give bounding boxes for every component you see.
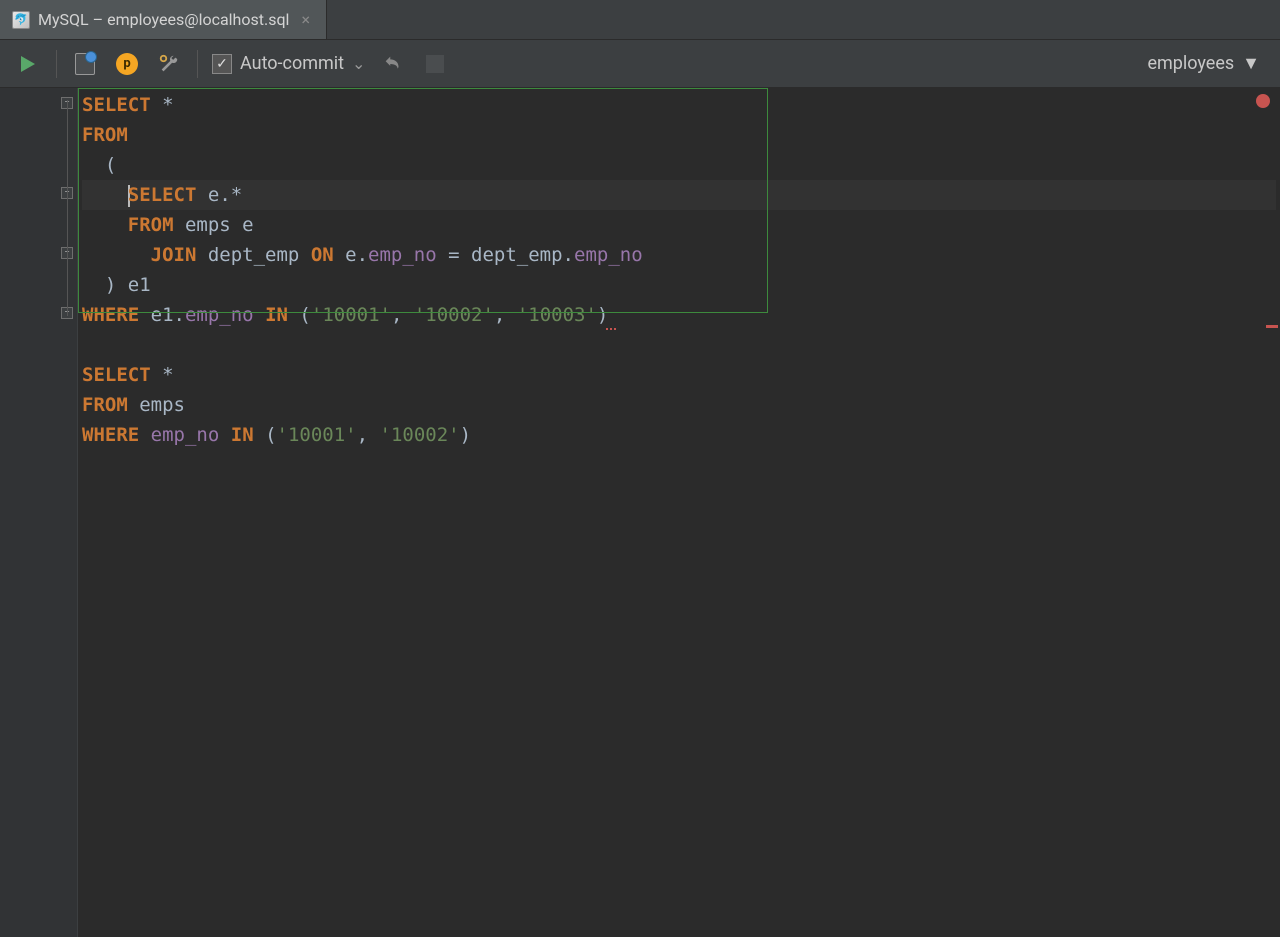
code-line[interactable]	[82, 330, 1276, 360]
code-line[interactable]: FROM emps	[82, 390, 1276, 420]
editor-gutter[interactable]	[0, 88, 78, 937]
code-line[interactable]: FROM	[82, 120, 1276, 150]
show-parameters-button[interactable]: p	[113, 50, 141, 78]
error-marker-stripe[interactable]	[1266, 325, 1278, 328]
code-line[interactable]: SELECT *	[82, 90, 1276, 120]
checkbox-checked-icon: ✓	[212, 54, 232, 74]
code-line[interactable]: WHERE emp_no IN ('10001', '10002')	[82, 420, 1276, 450]
document-clock-icon	[75, 53, 95, 75]
code-line[interactable]: (	[82, 150, 1276, 180]
stop-icon	[426, 55, 444, 73]
explain-plan-button[interactable]	[71, 50, 99, 78]
tab-bar-empty	[327, 0, 1280, 39]
mysql-file-icon: 🐬	[12, 11, 30, 29]
dropdown-triangle-icon: ▼	[1242, 53, 1260, 74]
sql-editor[interactable]: SELECT *FROM ( SELECT e.* FROM emps e JO…	[0, 88, 1280, 937]
code-line[interactable]: WHERE e1.emp_no IN ('10001', '10002', '1…	[82, 300, 1276, 330]
undo-icon	[382, 53, 404, 75]
wrench-gear-icon	[158, 53, 180, 75]
settings-button[interactable]	[155, 50, 183, 78]
tab-bar: 🐬 MySQL – employees@localhost.sql ×	[0, 0, 1280, 40]
code-line[interactable]: ) e1	[82, 270, 1276, 300]
auto-commit-toggle[interactable]: ✓ Auto-commit ⌄	[212, 53, 365, 74]
close-tab-icon[interactable]: ×	[297, 10, 314, 29]
run-button[interactable]	[14, 50, 42, 78]
rollback-button[interactable]	[379, 50, 407, 78]
file-tab[interactable]: 🐬 MySQL – employees@localhost.sql ×	[0, 0, 327, 39]
auto-commit-label: Auto-commit	[240, 53, 344, 74]
fold-guide	[67, 198, 68, 258]
code-line[interactable]: FROM emps e	[82, 210, 1276, 240]
schema-label: employees	[1147, 53, 1234, 74]
p-icon: p	[116, 53, 138, 75]
code-line[interactable]: JOIN dept_emp ON e.emp_no = dept_emp.emp…	[82, 240, 1276, 270]
tab-title: MySQL – employees@localhost.sql	[38, 10, 289, 29]
chevron-down-icon[interactable]: ⌄	[352, 54, 365, 73]
code-line[interactable]: SELECT *	[82, 360, 1276, 390]
separator	[56, 50, 57, 78]
schema-selector[interactable]: employees ▼	[1147, 53, 1266, 74]
toolbar: p ✓ Auto-commit ⌄ employees ▼	[0, 40, 1280, 88]
code-area[interactable]: SELECT *FROM ( SELECT e.* FROM emps e JO…	[78, 88, 1280, 937]
commit-button[interactable]	[421, 50, 449, 78]
error-indicator-icon[interactable]	[1256, 94, 1270, 108]
code-line[interactable]: SELECT e.*	[82, 180, 1276, 210]
separator	[197, 50, 198, 78]
